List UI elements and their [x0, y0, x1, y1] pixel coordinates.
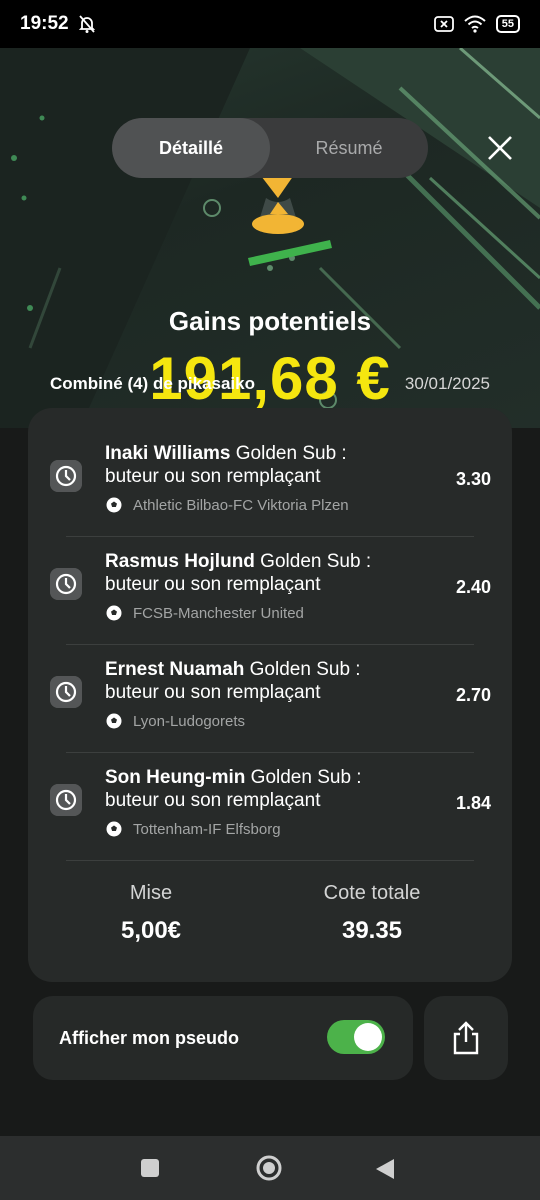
football-icon — [106, 713, 122, 729]
home-icon[interactable] — [255, 1154, 283, 1182]
clock-icon — [50, 676, 82, 708]
football-icon — [106, 821, 122, 837]
share-button[interactable] — [424, 996, 508, 1080]
divider — [66, 860, 474, 861]
close-icon[interactable] — [486, 134, 514, 162]
bet-title: Son Heung-min Golden Sub : buteur ou son… — [105, 766, 405, 812]
bet-match: Lyon-Ludogorets — [133, 712, 246, 730]
bet-date: 30/01/2025 — [404, 374, 490, 393]
bell-off-icon — [78, 15, 95, 33]
bet-odds: 2.70 — [455, 685, 491, 705]
total-odds-value: 39.35 — [341, 917, 403, 944]
bet-item: Son Heung-min Golden Sub : buteur ou son… — [28, 732, 512, 840]
share-icon — [453, 1021, 479, 1055]
bet-item: Rasmus Hojlund Golden Sub : buteur ou so… — [28, 516, 512, 624]
bet-player: Son Heung-min — [105, 767, 246, 788]
bet-player: Rasmus Hojlund — [105, 551, 255, 572]
bet-item: Inaki Williams Golden Sub : buteur ou so… — [28, 408, 512, 516]
status-bar: 19:52 55 — [0, 0, 540, 48]
battery-icon: 55 — [495, 15, 520, 33]
sim-off-icon — [433, 16, 454, 32]
bet-title: Ernest Nuamah Golden Sub : buteur ou son… — [105, 658, 405, 704]
bet-odds: 2.40 — [455, 577, 491, 597]
tab-summary[interactable]: Résumé — [270, 118, 428, 178]
football-icon — [106, 605, 122, 621]
total-odds-label: Cote totale — [323, 882, 421, 904]
switch-knob — [354, 1023, 382, 1051]
show-pseudo-label: Afficher mon pseudo — [59, 1028, 240, 1048]
bet-title: Inaki Williams Golden Sub : buteur ou so… — [105, 442, 405, 488]
bet-title: Rasmus Hojlund Golden Sub : buteur ou so… — [105, 550, 405, 596]
recent-apps-icon[interactable] — [140, 1158, 160, 1178]
system-nav-bar — [0, 1136, 540, 1200]
bet-item: Ernest Nuamah Golden Sub : buteur ou son… — [28, 624, 512, 732]
wifi-icon — [464, 15, 486, 33]
hourglass-icon — [248, 172, 332, 266]
back-icon[interactable] — [374, 1158, 396, 1180]
bet-match: FCSB-Manchester United — [133, 604, 304, 622]
bet-player: Inaki Williams — [105, 443, 231, 464]
bet-odds: 3.30 — [455, 469, 491, 489]
bets-card: Inaki Williams Golden Sub : buteur ou so… — [28, 408, 512, 982]
clock-icon — [50, 460, 82, 492]
bet-odds: 1.84 — [455, 793, 491, 813]
bet-match: Athletic Bilbao-FC Viktoria Plzen — [133, 496, 349, 514]
bet-player: Ernest Nuamah — [105, 659, 245, 680]
clock-icon — [50, 568, 82, 600]
stake-block: Mise 5,00€ — [88, 882, 214, 945]
hero-banner: Détaillé Résumé Gains potentiels 191,68 … — [0, 48, 540, 428]
football-icon — [106, 497, 122, 513]
view-toggle[interactable]: Détaillé Résumé — [112, 118, 428, 178]
clock-icon — [50, 784, 82, 816]
stake-value: 5,00€ — [120, 917, 182, 944]
combo-label: Combiné (4) de pikasaiko — [50, 374, 255, 393]
tab-detailed[interactable]: Détaillé — [112, 118, 270, 178]
potential-gains-label: Gains potentiels — [168, 306, 372, 336]
bet-match: Tottenham-IF Elfsborg — [133, 820, 281, 838]
show-pseudo-switch[interactable] — [327, 1020, 385, 1054]
show-pseudo-panel: Afficher mon pseudo — [33, 996, 413, 1080]
stake-label: Mise — [129, 882, 173, 904]
status-time: 19:52 — [20, 13, 69, 34]
total-odds-block: Cote totale 39.35 — [298, 882, 446, 945]
